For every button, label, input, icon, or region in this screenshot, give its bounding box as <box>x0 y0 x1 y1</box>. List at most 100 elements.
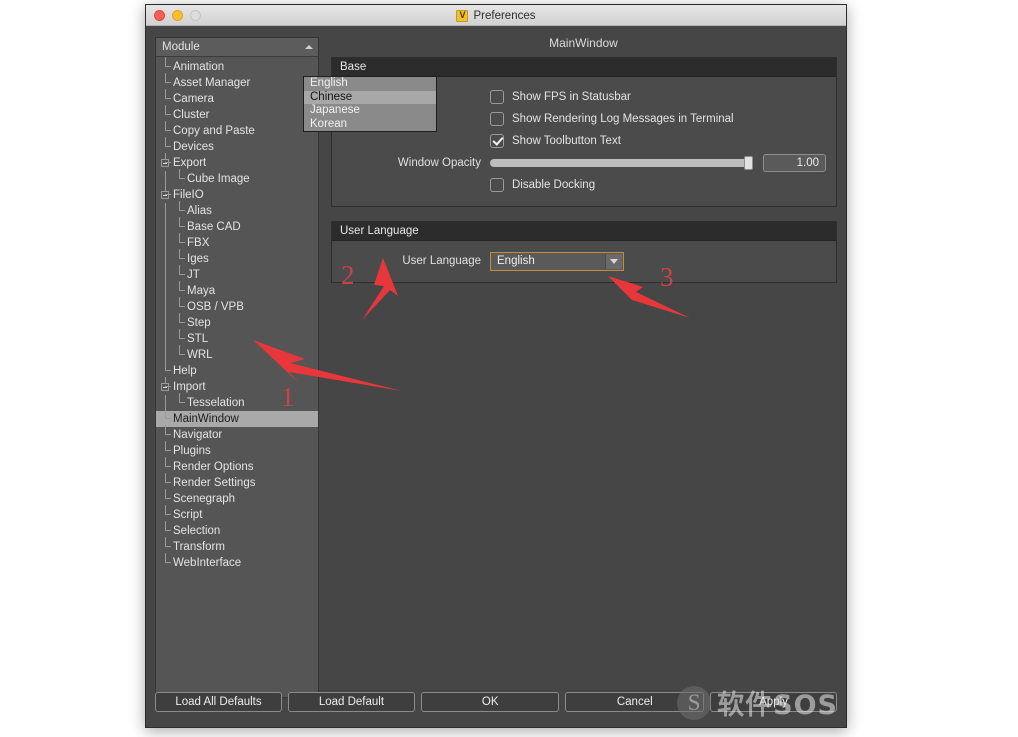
sidebar-item-label: Step <box>187 317 211 329</box>
sidebar-item-label: Navigator <box>173 429 223 441</box>
checkbox-show-toolbutton-text-box[interactable] <box>490 134 504 148</box>
window-titlebar[interactable]: V Preferences <box>146 5 846 26</box>
checkbox-disable-docking[interactable]: Disable Docking <box>342 178 595 192</box>
tree-branch-icon <box>176 265 187 283</box>
sidebar-item-label: Import <box>173 381 206 393</box>
user-language-option-korean[interactable]: Korean <box>304 118 436 132</box>
checkbox-show-fps-box[interactable] <box>490 90 504 104</box>
close-button[interactable] <box>154 9 165 21</box>
tree-guide-line <box>165 251 166 267</box>
tree-expander-icon[interactable] <box>161 377 173 395</box>
user-language-option-list[interactable]: English Chinese Japanese Korean <box>303 76 437 132</box>
tree-expander-icon[interactable] <box>161 153 173 171</box>
load-all-defaults-button[interactable]: Load All Defaults <box>155 692 282 712</box>
tree-expander-box[interactable] <box>161 383 169 391</box>
window-opacity-value[interactable]: 1.00 <box>763 154 826 172</box>
tree-column-header[interactable]: Module <box>156 38 318 57</box>
tree-indent <box>156 171 176 187</box>
chevron-down-icon[interactable] <box>605 253 622 269</box>
user-language-select[interactable]: English <box>490 251 624 271</box>
sidebar-item-label: Render Options <box>173 461 254 473</box>
watermark: S 软件SOS <box>677 683 838 722</box>
sidebar-item-camera[interactable]: Camera <box>156 89 318 107</box>
sidebar-item-label: FileIO <box>173 189 204 201</box>
sidebar-item-maya[interactable]: Maya <box>156 281 318 299</box>
sidebar-item-scenegraph[interactable]: Scenegraph <box>156 489 318 507</box>
tree-branch-icon <box>176 297 187 315</box>
tree-branch-icon <box>162 553 173 571</box>
tree-indent <box>156 299 176 315</box>
sidebar-item-animation[interactable]: Animation <box>156 57 318 75</box>
tree-branch-icon <box>176 201 187 219</box>
load-default-button[interactable]: Load Default <box>287 692 415 712</box>
sort-ascending-icon[interactable] <box>305 45 313 49</box>
content-area: Module Animation Asset Manager Camera Clust… <box>155 37 837 698</box>
sidebar-item-navigator[interactable]: Navigator <box>156 425 318 443</box>
module-tree[interactable]: Animation Asset Manager Camera Cluster Copy … <box>156 57 318 697</box>
zoom-button <box>190 9 201 21</box>
user-language-option-english[interactable]: English <box>304 77 436 91</box>
sidebar-item-plugins[interactable]: Plugins <box>156 441 318 459</box>
sidebar-item-stl[interactable]: STL <box>156 329 318 347</box>
tree-branch-icon <box>162 57 173 75</box>
user-language-option-chinese[interactable]: Chinese <box>304 90 436 104</box>
sidebar-item-script[interactable]: Script <box>156 505 318 523</box>
window-opacity-slider[interactable] <box>490 156 753 170</box>
row-show-toolbutton-text: Show Toolbutton Text <box>342 130 826 152</box>
sidebar-item-osb-vpb[interactable]: OSB / VPB <box>156 297 318 315</box>
sidebar-item-export[interactable]: Export <box>156 153 318 171</box>
sidebar-item-cube-image[interactable]: Cube Image <box>156 169 318 187</box>
sidebar-item-mainwindow[interactable]: MainWindow <box>156 409 318 427</box>
sidebar-item-webinterface[interactable]: WebInterface <box>156 553 318 571</box>
sidebar-item-transform[interactable]: Transform <box>156 537 318 555</box>
sidebar-item-asset-manager[interactable]: Asset Manager <box>156 73 318 91</box>
user-language-option-japanese[interactable]: Japanese <box>304 104 436 118</box>
sidebar-item-iges[interactable]: Iges <box>156 249 318 267</box>
sidebar-item-jt[interactable]: JT <box>156 265 318 283</box>
tree-indent <box>156 315 176 331</box>
settings-panels: Base Show FPS in Statusbar Show Renderin… <box>303 57 837 698</box>
checkbox-show-toolbutton-text[interactable]: Show Toolbutton Text <box>342 134 621 148</box>
sidebar-item-wrl[interactable]: WRL <box>156 345 318 363</box>
sidebar-item-step[interactable]: Step <box>156 313 318 331</box>
sidebar-item-label: Cube Image <box>187 173 250 185</box>
tree-guide-line <box>165 203 166 219</box>
sidebar-item-base-cad[interactable]: Base CAD <box>156 217 318 235</box>
window-title-group: V Preferences <box>146 5 846 26</box>
tree-guide-line <box>165 283 166 299</box>
sidebar-item-fbx[interactable]: FBX <box>156 233 318 251</box>
sidebar-item-selection[interactable]: Selection <box>156 521 318 539</box>
user-language-group-title: User Language <box>340 225 419 237</box>
tree-branch-icon <box>162 137 173 155</box>
tree-branch-icon <box>162 409 173 427</box>
tree-branch-icon <box>162 105 173 123</box>
tree-indent <box>156 347 176 363</box>
user-language-group: User Language User Language English Engl… <box>303 76 837 283</box>
tree-guide-line <box>165 299 166 315</box>
sidebar-item-render-settings[interactable]: Render Settings <box>156 473 318 491</box>
sidebar-item-cluster[interactable]: Cluster <box>156 105 318 123</box>
sidebar-item-label: Transform <box>173 541 225 553</box>
annotation-number-2: 2 <box>341 260 355 290</box>
sidebar-item-help[interactable]: Help <box>156 361 318 379</box>
tree-guide-line <box>165 219 166 235</box>
tree-expander-icon[interactable] <box>161 185 173 203</box>
tree-indent <box>156 203 176 219</box>
tree-expander-box[interactable] <box>161 191 169 199</box>
checkbox-disable-docking-label: Disable Docking <box>512 179 596 191</box>
sidebar-item-render-options[interactable]: Render Options <box>156 457 318 475</box>
sidebar-item-copy-and-paste[interactable]: Copy and Paste <box>156 121 318 139</box>
window-title: Preferences <box>473 9 536 22</box>
window-opacity-slider-handle[interactable] <box>744 156 753 170</box>
tree-expander-box[interactable] <box>161 159 169 167</box>
checkbox-show-fps-label: Show FPS in Statusbar <box>512 91 631 103</box>
sidebar-item-label: Tesselation <box>187 397 245 409</box>
checkbox-show-render-log-box[interactable] <box>490 112 504 126</box>
sidebar-item-devices[interactable]: Devices <box>156 137 318 155</box>
minimize-button[interactable] <box>172 9 183 21</box>
ok-button[interactable]: OK <box>420 692 560 712</box>
sidebar-item-alias[interactable]: Alias <box>156 201 318 219</box>
sidebar-item-fileio[interactable]: FileIO <box>156 185 318 203</box>
checkbox-disable-docking-box[interactable] <box>490 178 504 192</box>
sidebar-item-label: Export <box>173 157 207 169</box>
